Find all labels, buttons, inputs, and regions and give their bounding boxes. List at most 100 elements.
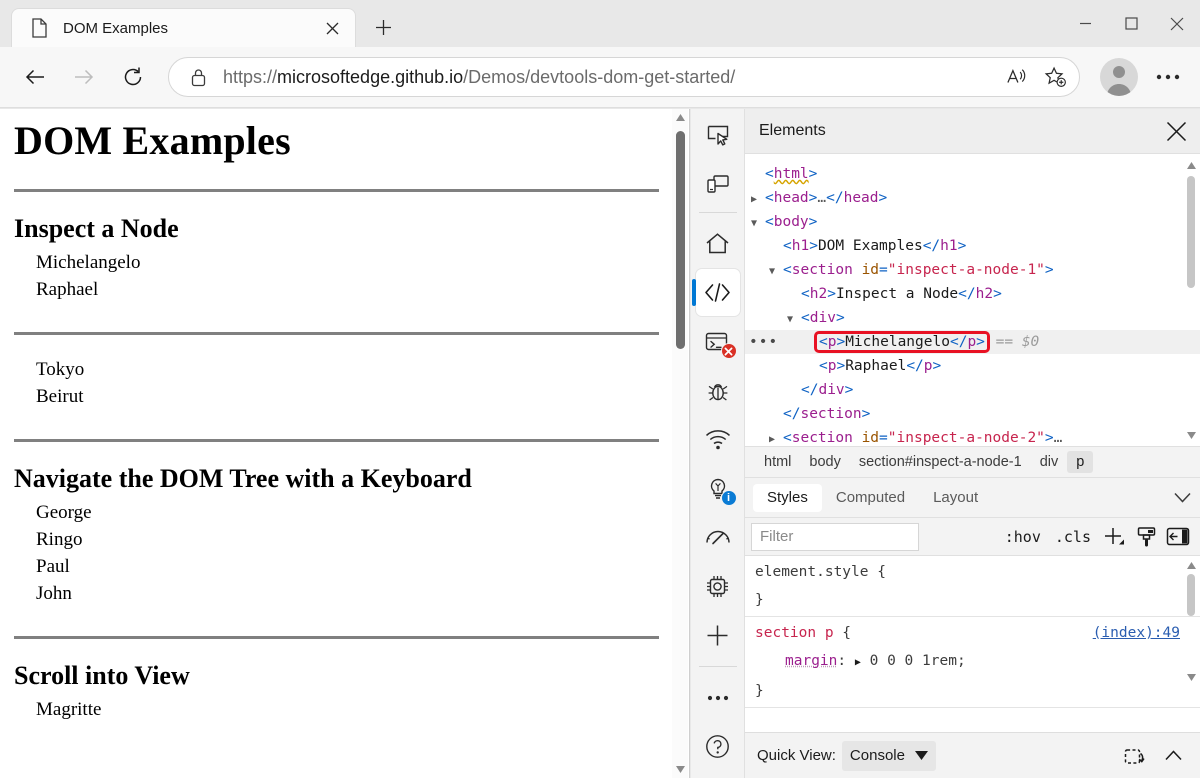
expand-shorthand-icon[interactable]: ▶ xyxy=(855,657,861,668)
page-scrollbar-thumb[interactable] xyxy=(676,131,685,349)
devtools-header: Elements xyxy=(745,109,1200,154)
dom-token: < xyxy=(801,286,810,302)
styles-scrollbar-thumb[interactable] xyxy=(1187,574,1195,616)
back-button[interactable] xyxy=(16,58,54,96)
dom-token: < xyxy=(819,358,828,374)
row-context-menu-icon[interactable]: ••• xyxy=(749,330,778,354)
style-rule-selector: element.style { xyxy=(755,564,886,580)
dom-token: p xyxy=(967,334,977,350)
section-heading: Inspect a Node xyxy=(14,214,179,243)
add-tool-plus-icon[interactable] xyxy=(696,612,740,659)
welcome-home-icon[interactable] xyxy=(696,220,740,267)
browser-tab[interactable]: DOM Examples xyxy=(11,8,356,47)
collapse-triangle-icon[interactable] xyxy=(787,308,801,332)
collapse-chevron-up-icon[interactable] xyxy=(1154,739,1192,773)
dom-tree-row[interactable]: <p>Raphael</p> xyxy=(745,354,1200,378)
breadcrumb-item[interactable]: body xyxy=(800,451,849,473)
expand-triangle-icon[interactable] xyxy=(769,428,783,446)
dom-node-markup: <section id="inspect-a-node-1"> xyxy=(783,262,1054,278)
new-style-rule-plus-icon[interactable] xyxy=(1098,523,1130,551)
new-tab-button[interactable] xyxy=(366,10,400,44)
filter-input[interactable]: Filter xyxy=(751,522,919,551)
style-declaration[interactable]: margin: ▶ 0 0 0 1rem; xyxy=(755,647,1190,677)
dom-tree-scrollbar[interactable] xyxy=(1184,158,1198,442)
inspect-element-icon[interactable] xyxy=(696,111,740,158)
element-classes-paintbrush-icon[interactable] xyxy=(1130,523,1162,551)
divider xyxy=(14,189,659,192)
breadcrumb-item[interactable]: section#inspect-a-node-1 xyxy=(850,451,1031,473)
breadcrumb[interactable]: html body section#inspect-a-node-1 div p xyxy=(745,446,1200,478)
tab-computed[interactable]: Computed xyxy=(822,484,919,512)
style-rule-element-style[interactable]: element.style { } xyxy=(745,556,1200,617)
dom-tree-row[interactable]: <section id="inspect-a-node-2">… xyxy=(745,426,1200,446)
dom-scrollbar-thumb[interactable] xyxy=(1187,176,1195,288)
issues-lightbulb-icon[interactable]: i xyxy=(696,465,740,512)
dom-tree[interactable]: <html><head>…</head><body><h1>DOM Exampl… xyxy=(745,154,1200,446)
address-bar[interactable]: https://microsoftedge.github.io/Demos/de… xyxy=(168,57,1080,97)
collapse-triangle-icon[interactable] xyxy=(751,212,765,236)
network-wifi-icon[interactable] xyxy=(696,416,740,463)
breadcrumb-item[interactable]: html xyxy=(755,451,800,473)
style-rule-source-link[interactable]: (index):49 xyxy=(1093,619,1180,647)
quick-view-dropdown[interactable]: Console xyxy=(841,740,936,771)
dom-tree-row[interactable]: <section id="inspect-a-node-1"> xyxy=(745,258,1200,282)
settings-and-more-button[interactable] xyxy=(1148,58,1188,96)
more-options-icon[interactable] xyxy=(696,674,740,721)
dom-scroll-down-icon[interactable] xyxy=(1184,428,1198,442)
dom-tree-row[interactable]: <h2>Inspect a Node</h2> xyxy=(745,282,1200,306)
profile-avatar[interactable] xyxy=(1100,58,1138,96)
breadcrumb-item[interactable]: p xyxy=(1067,451,1094,473)
styles-scroll-up-icon[interactable] xyxy=(1184,558,1198,572)
close-devtools-button[interactable] xyxy=(1156,111,1196,151)
dom-tree-row[interactable]: <head>…</head> xyxy=(745,186,1200,210)
maximize-button[interactable] xyxy=(1108,0,1154,47)
section-item: Ringo xyxy=(36,528,83,550)
cls-toggle-button[interactable]: .cls xyxy=(1048,524,1098,550)
minimize-button[interactable] xyxy=(1062,0,1108,47)
style-rule-section-p[interactable]: section p { (index):49 margin: ▶ 0 0 0 1… xyxy=(745,617,1200,708)
help-question-icon[interactable] xyxy=(696,723,740,770)
dock-side-icon[interactable] xyxy=(1116,739,1154,773)
reload-button[interactable] xyxy=(114,58,152,96)
scroll-up-arrow-icon[interactable] xyxy=(672,109,688,126)
tab-layout[interactable]: Layout xyxy=(919,484,992,512)
memory-chip-icon[interactable] xyxy=(696,563,740,610)
dom-tree-row[interactable]: <body> xyxy=(745,210,1200,234)
quick-view-label: Quick View: xyxy=(757,747,836,764)
tab-styles[interactable]: Styles xyxy=(753,483,822,512)
styles-rules-pane[interactable]: element.style { } section p { (index):49… xyxy=(745,556,1200,732)
performance-gauge-icon[interactable] xyxy=(696,514,740,561)
expand-triangle-icon[interactable] xyxy=(751,188,765,212)
page-section-inspect-a-node-2: Tokyo Beirut xyxy=(14,357,659,413)
read-aloud-icon[interactable] xyxy=(999,60,1035,94)
dom-token: html xyxy=(773,166,809,182)
dom-token: > xyxy=(993,286,1002,302)
styles-scrollbar[interactable] xyxy=(1184,558,1198,684)
scroll-down-arrow-icon[interactable] xyxy=(672,761,688,778)
chevron-down-icon[interactable] xyxy=(1164,482,1200,514)
collapse-triangle-icon[interactable] xyxy=(769,260,783,284)
add-favorite-icon[interactable] xyxy=(1037,60,1073,94)
dom-token: > xyxy=(808,166,818,182)
dom-scroll-up-icon[interactable] xyxy=(1184,158,1198,172)
devtools-activity-bar: i xyxy=(691,109,745,778)
dom-tree-row[interactable]: </section> xyxy=(745,402,1200,426)
dom-tree-row[interactable]: <h1>DOM Examples</h1> xyxy=(745,234,1200,258)
colon: : xyxy=(837,653,855,669)
dom-tree-row[interactable]: </div> xyxy=(745,378,1200,402)
toggle-sidebar-icon[interactable] xyxy=(1162,523,1194,551)
console-icon[interactable] xyxy=(696,318,740,365)
elements-code-icon[interactable] xyxy=(691,269,740,316)
dom-tree-row-selected[interactable]: ••• <p>Michelangelo</p> == $0 xyxy=(745,330,1200,354)
hov-toggle-button[interactable]: :hov xyxy=(998,524,1048,550)
breadcrumb-item[interactable]: div xyxy=(1031,451,1068,473)
styles-scroll-down-icon[interactable] xyxy=(1184,670,1198,684)
close-window-button[interactable] xyxy=(1154,0,1200,47)
page-scrollbar[interactable] xyxy=(672,109,688,778)
dom-tree-row[interactable]: <div> xyxy=(745,306,1200,330)
debugger-bug-icon[interactable] xyxy=(696,367,740,414)
dom-tree-row[interactable]: <html> xyxy=(745,162,1200,186)
close-tab-button[interactable] xyxy=(319,15,345,41)
section-item: George xyxy=(36,501,92,523)
device-emulation-icon[interactable] xyxy=(696,160,740,207)
